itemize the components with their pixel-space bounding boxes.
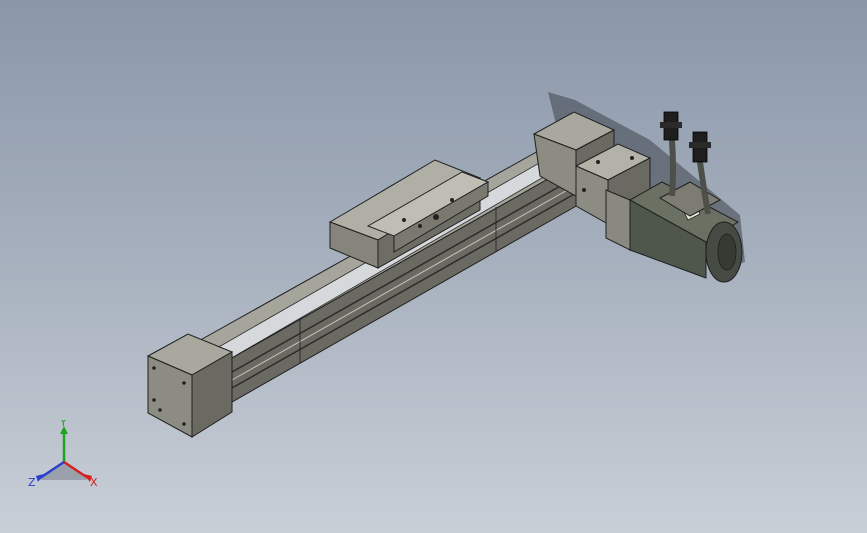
triad-base-shadow xyxy=(38,462,88,480)
coupling-hole-3 xyxy=(582,188,586,192)
endblock-hole-3 xyxy=(182,381,186,385)
motor-flange-front xyxy=(605,189,631,251)
endblock-hole-1 xyxy=(152,366,156,370)
encoder-cable xyxy=(669,139,676,197)
carriage-hole-3 xyxy=(418,224,422,228)
carriage-hole-1 xyxy=(402,218,406,222)
encoder-connector-tab xyxy=(660,122,682,128)
endblock-hole-5 xyxy=(158,408,162,412)
y-axis-label: Y xyxy=(59,420,67,429)
motor-endcap-inner xyxy=(717,233,737,271)
x-axis-label: X xyxy=(90,476,98,489)
coupling-hole-2 xyxy=(630,156,634,160)
linear-actuator-model[interactable] xyxy=(0,0,867,533)
carriage-hole-2 xyxy=(433,214,439,220)
endblock-hole-2 xyxy=(152,398,156,402)
coordinate-triad-icon: Y X Z xyxy=(24,416,104,494)
graphics-viewport[interactable]: Y X Z xyxy=(0,0,867,533)
carriage-hole-4 xyxy=(450,198,454,202)
power-connector-tab xyxy=(689,142,711,148)
coupling-hole-1 xyxy=(596,160,600,164)
z-axis-label: Z xyxy=(28,476,36,489)
endblock-hole-4 xyxy=(182,422,186,426)
